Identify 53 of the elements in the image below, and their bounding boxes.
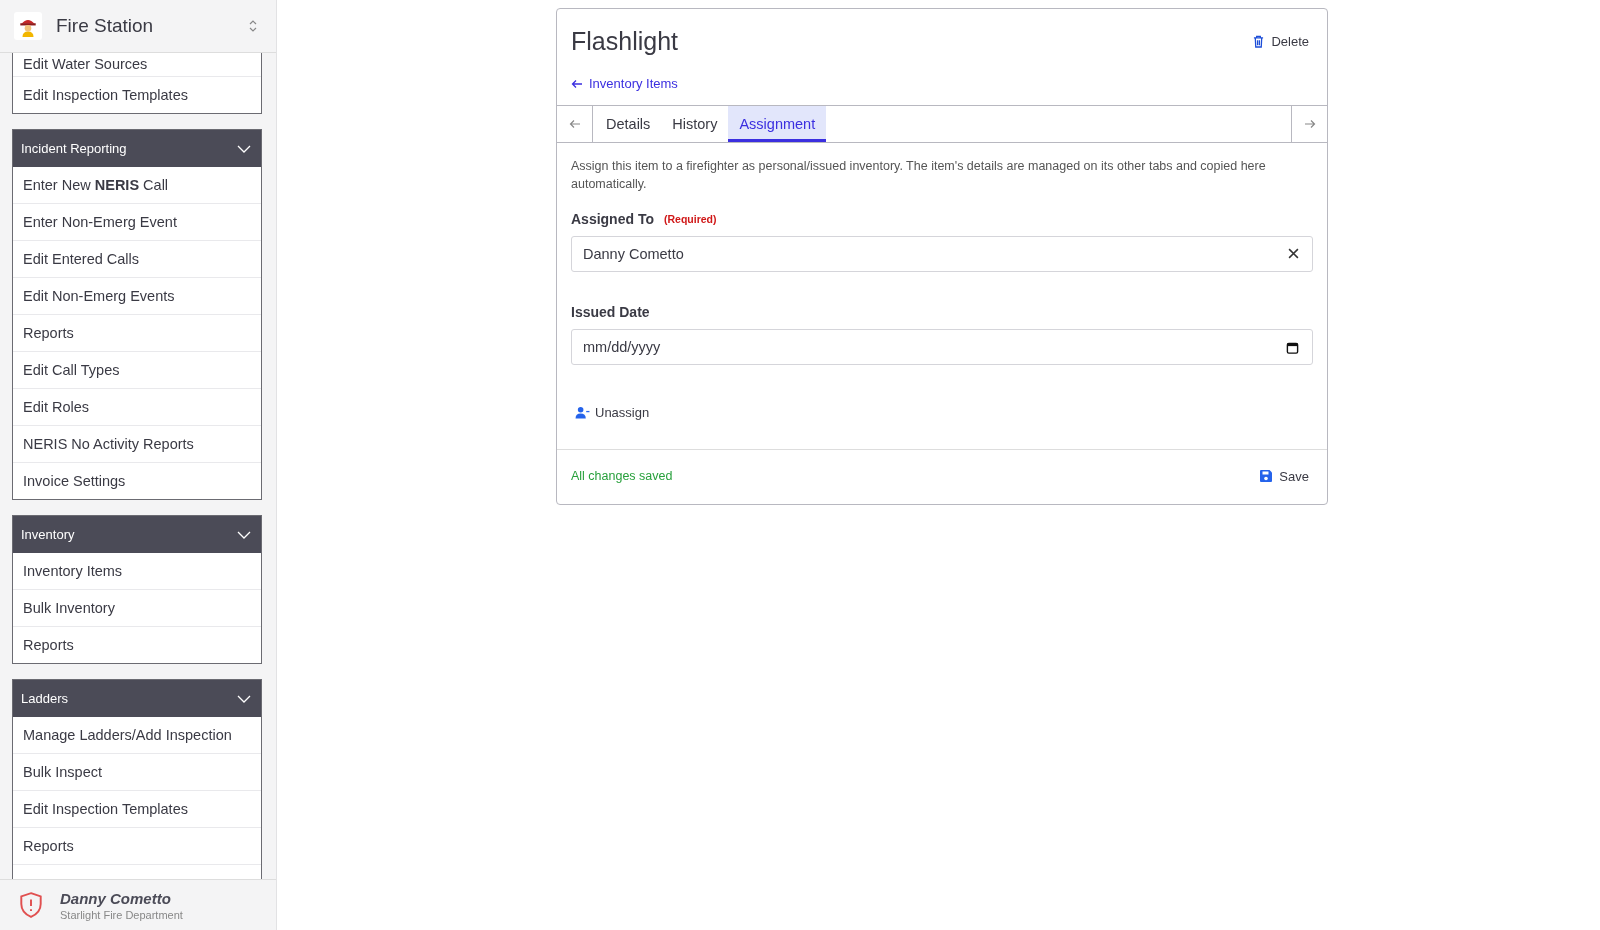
sidebar-item[interactable]: Enter New NERIS Call	[13, 167, 261, 203]
required-note: (Required)	[663, 212, 717, 225]
arrow-left-icon	[571, 78, 583, 89]
shield-alert-icon	[18, 891, 44, 919]
sidebar-item[interactable]: Edit Inspection Templates	[13, 790, 261, 827]
chevron-up-down-icon[interactable]	[248, 18, 258, 34]
sidebar-item[interactable]: NERIS No Activity Reports	[13, 425, 261, 462]
field-label: Issued Date	[571, 303, 650, 320]
section-header[interactable]: Inventory	[13, 516, 261, 553]
unassign-button[interactable]: Unassign	[571, 402, 654, 422]
tab[interactable]: History	[661, 105, 729, 142]
assigned-to-field[interactable]: Danny Cometto	[571, 235, 1313, 272]
sidebar-item[interactable]: Bulk Inventory	[13, 589, 261, 626]
description-text: Assign this item to a firefighter as personal/issued inventory. The item's details are managed on its other tabs and copied here automatically.	[571, 157, 1267, 193]
arrow-left-icon	[568, 118, 581, 129]
sidebar-item[interactable]: Reports	[13, 626, 261, 663]
department-name: Starlight Fire Department	[60, 908, 183, 921]
back-link[interactable]: Inventory Items	[571, 76, 678, 91]
save-button[interactable]: Save	[1255, 466, 1313, 486]
sidebar-item[interactable]: Invoice Settings	[13, 462, 261, 499]
sidebar-item[interactable]: Reports	[13, 314, 261, 351]
section-header[interactable]: Incident Reporting	[13, 130, 261, 167]
sidebar-item[interactable]: Edit Call Types	[13, 351, 261, 388]
tab[interactable]: Details	[595, 105, 662, 142]
delete-button[interactable]: Delete	[1249, 32, 1313, 51]
sidebar-item[interactable]: Edit Roles	[13, 388, 261, 425]
sidebar-item[interactable]: Bulk Inspect	[13, 753, 261, 790]
sidebar-item[interactable]: Edit Water Sources	[13, 53, 261, 76]
firefighter-icon	[14, 12, 42, 40]
clear-icon[interactable]	[1288, 247, 1299, 259]
sidebar-item[interactable]: Edit Non-Emerg Events	[13, 277, 261, 314]
chevron-down-icon[interactable]	[237, 144, 251, 153]
field-label: Assigned To	[571, 210, 654, 227]
calendar-icon[interactable]	[1286, 340, 1299, 354]
arrow-right-icon	[1303, 118, 1316, 129]
app-title: Fire Station	[56, 15, 155, 37]
section-header[interactable]: Ladders	[13, 680, 261, 717]
sidebar-item[interactable]: Edit Entered Calls	[13, 240, 261, 277]
user-minus-icon	[575, 405, 590, 419]
item-title: Flashlight	[571, 27, 678, 56]
sidebar-item[interactable]: Enter Non-Emerg Event	[13, 203, 261, 240]
sidebar-item[interactable]: Reports	[13, 827, 261, 864]
chevron-down-icon[interactable]	[237, 530, 251, 539]
save-icon	[1259, 469, 1274, 483]
date-field[interactable]: mm/dd/yyyy	[571, 328, 1313, 365]
sidebar-item[interactable]: Inventory Items	[13, 553, 261, 589]
chevron-down-icon[interactable]	[237, 694, 251, 703]
user-name: Danny Cometto	[60, 889, 172, 907]
trash-icon	[1253, 35, 1265, 48]
tab[interactable]: Assignment	[728, 105, 827, 142]
save-status: All changes saved	[571, 469, 673, 483]
sidebar-item[interactable]: Manage Ladders/Add Inspection	[13, 717, 261, 753]
sidebar-item[interactable]: Edit Inspection Templates	[13, 76, 261, 113]
